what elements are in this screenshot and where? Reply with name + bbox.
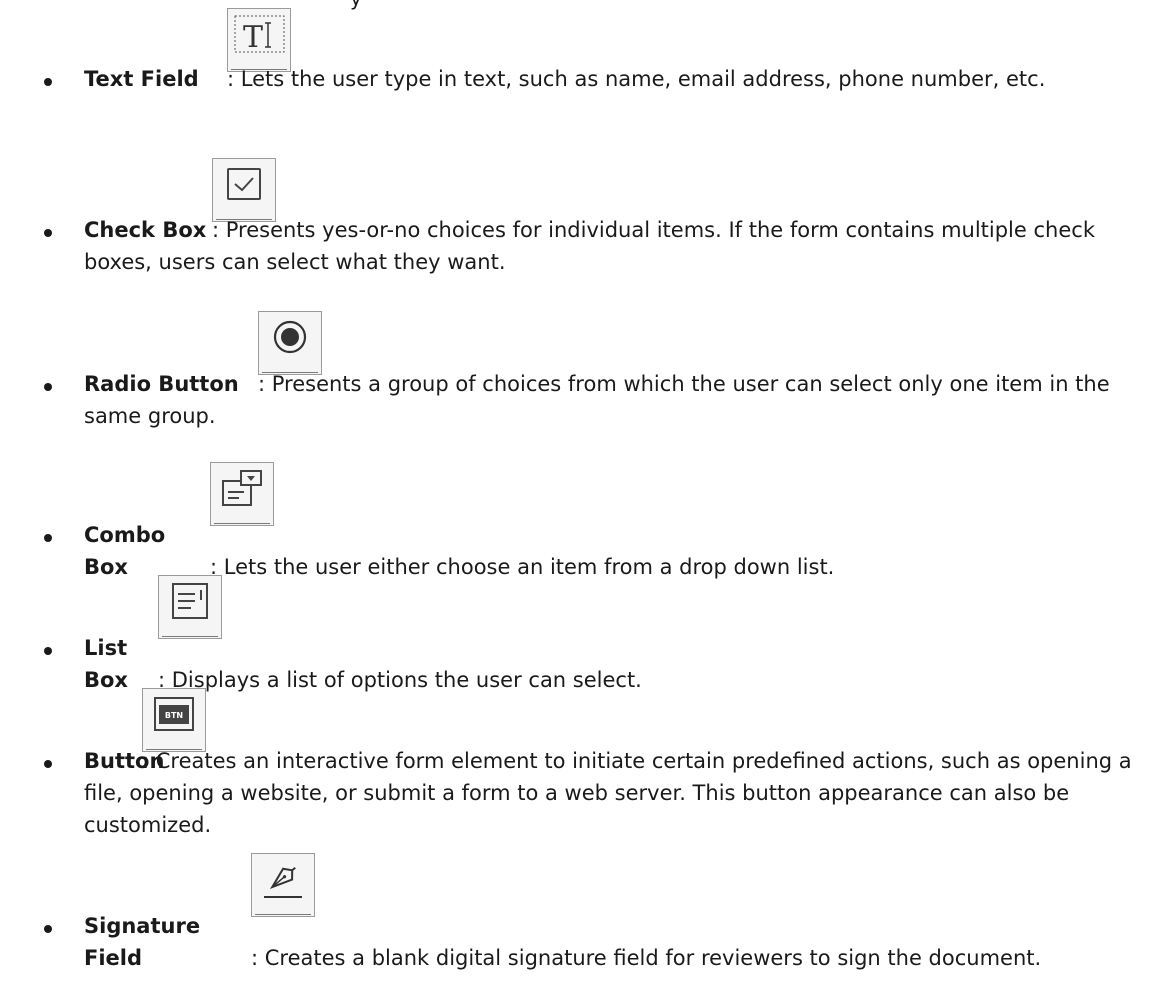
item-label: List Box xyxy=(84,636,128,692)
item-text: Radio Button: Presents a group of choice… xyxy=(84,368,1144,432)
item-description: : Creates an interactive form element to… xyxy=(84,749,1132,837)
item-label: Signature Field xyxy=(84,914,201,970)
bullet xyxy=(44,229,52,237)
list-item-check-box: Check Box: Presents yes-or-no choices fo… xyxy=(0,158,1174,298)
list-box-icon xyxy=(158,575,222,639)
item-text: Check Box: Presents yes-or-no choices fo… xyxy=(84,214,1144,278)
item-label: Radio Button xyxy=(84,372,239,396)
item-label: Check Box xyxy=(84,218,207,242)
item-description: : Creates a blank digital signature fiel… xyxy=(251,946,1042,970)
bullet xyxy=(44,534,52,542)
item-text: Button: Creates an interactive form elem… xyxy=(84,745,1144,841)
top-text-fragment: y xyxy=(350,0,362,8)
list-item-radio-button: Radio Button: Presents a group of choice… xyxy=(0,311,1174,451)
list-item-list-box: List Box: Displays a list of options the… xyxy=(0,575,1174,692)
list-item-combo-box: Combo Box: Lets the user either choose a… xyxy=(0,462,1174,579)
button-icon: BTN xyxy=(142,688,206,752)
radio-button-icon xyxy=(258,311,322,375)
bullet xyxy=(44,760,52,768)
list-item-text-field: T Text Field : Lets the user type in text… xyxy=(0,8,1174,148)
item-description: : Lets the user type in text, such as na… xyxy=(227,67,1046,91)
bullet xyxy=(44,78,52,86)
bullet xyxy=(44,925,52,933)
bullet xyxy=(44,383,52,391)
svg-text:T: T xyxy=(243,20,263,55)
item-text: Text Field : Lets the user type in text, … xyxy=(84,63,1144,95)
item-text: Signature Field : Creates a blank digital… xyxy=(84,910,1144,974)
item-label: Button xyxy=(84,749,165,773)
item-label: Combo Box xyxy=(84,523,166,579)
item-text: Combo Box: Lets the user either choose a… xyxy=(84,519,1144,583)
item-description: : Presents yes-or-no choices for individ… xyxy=(84,218,1095,274)
item-label: Text Field xyxy=(84,67,199,91)
bullet xyxy=(44,647,52,655)
combo-box-icon xyxy=(210,462,274,526)
list-item-signature-field: Signature Field : Creates a blank digital… xyxy=(0,853,1174,981)
item-text: List Box: Displays a list of options the… xyxy=(84,632,1144,696)
check-box-icon xyxy=(212,158,276,222)
signature-field-icon xyxy=(251,853,315,917)
button-icon-text: BTN xyxy=(165,711,183,720)
list-item-button: BTN Button: Creates an interactive form … xyxy=(0,688,1174,838)
